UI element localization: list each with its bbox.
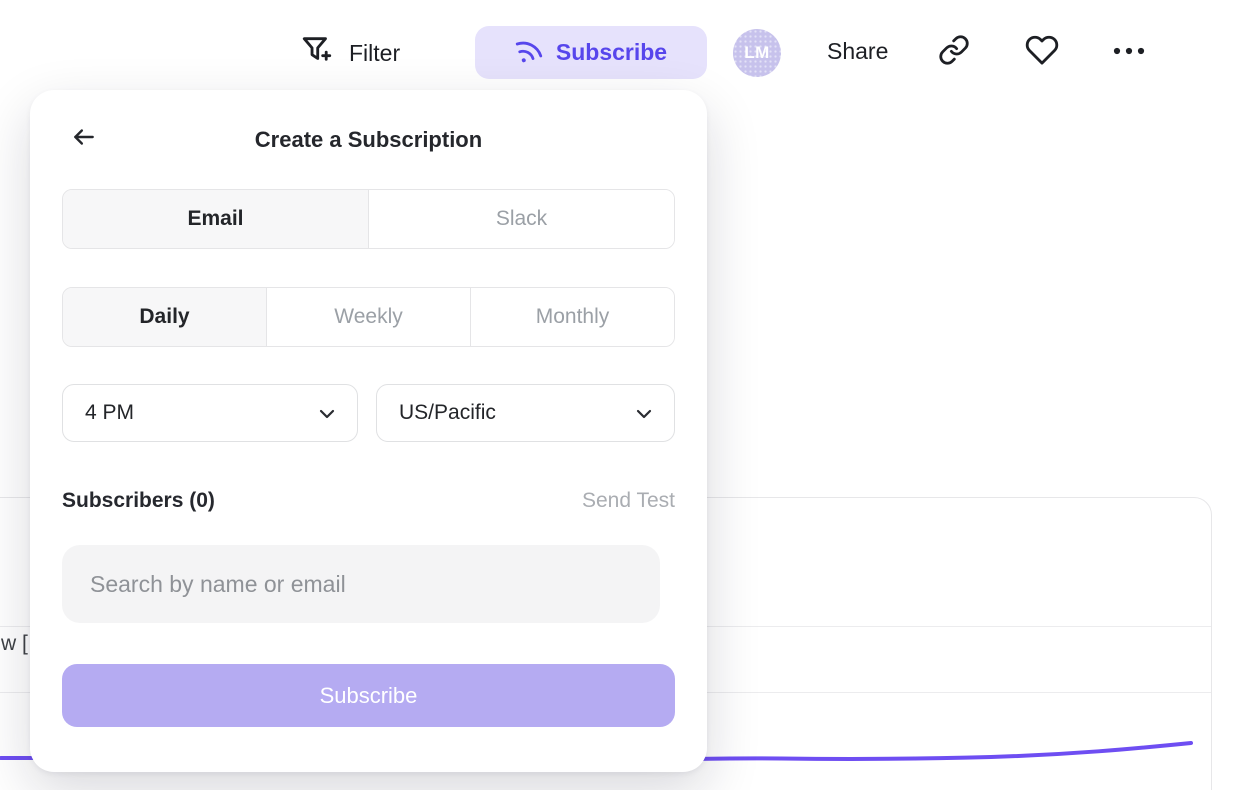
- subscribe-button[interactable]: Subscribe: [475, 26, 707, 79]
- time-select-value: 4 PM: [85, 401, 134, 425]
- send-test-button[interactable]: Send Test: [582, 489, 675, 513]
- more-options-button[interactable]: [1110, 44, 1150, 62]
- avatar[interactable]: LM: [733, 29, 781, 77]
- tab-daily[interactable]: Daily: [63, 288, 266, 346]
- back-button[interactable]: [62, 116, 106, 160]
- arrow-left-icon: [69, 124, 99, 153]
- chevron-down-icon: [319, 401, 335, 425]
- filter-plus-icon: [300, 32, 334, 74]
- time-select[interactable]: 4 PM: [62, 384, 358, 442]
- subscriber-search-input[interactable]: [62, 545, 660, 623]
- subscribe-label: Subscribe: [556, 39, 667, 66]
- rss-icon: [515, 36, 543, 70]
- tab-email[interactable]: Email: [63, 190, 368, 248]
- create-subscription-popover: Create a Subscription Email Slack Daily …: [30, 90, 707, 772]
- popover-title: Create a Subscription: [255, 127, 482, 153]
- favorite-button[interactable]: [1022, 33, 1062, 71]
- subscribers-count-label: Subscribers (0): [62, 489, 215, 513]
- channel-tabs: Email Slack: [62, 189, 675, 249]
- tab-weekly[interactable]: Weekly: [266, 288, 470, 346]
- timezone-select[interactable]: US/Pacific: [376, 384, 675, 442]
- link-icon: [938, 34, 970, 71]
- page: w [ Filter Subscribe: [0, 0, 1234, 790]
- popover-header: Create a Subscription: [62, 90, 675, 189]
- share-button[interactable]: Share: [827, 38, 888, 65]
- toolbar: Filter Subscribe LM Share: [0, 0, 1234, 104]
- chevron-down-icon: [636, 401, 652, 425]
- ellipsis-icon: [1112, 44, 1148, 62]
- frequency-tabs: Daily Weekly Monthly: [62, 287, 675, 347]
- subscribe-submit-button[interactable]: Subscribe: [62, 664, 675, 727]
- timezone-select-value: US/Pacific: [399, 401, 496, 425]
- filter-button[interactable]: Filter: [300, 30, 400, 76]
- tab-monthly[interactable]: Monthly: [470, 288, 674, 346]
- avatar-initials: LM: [744, 43, 770, 63]
- filter-label: Filter: [349, 40, 400, 67]
- heart-icon: [1024, 33, 1060, 72]
- subscribers-row: Subscribers (0) Send Test: [62, 489, 675, 513]
- copy-link-button[interactable]: [936, 34, 972, 70]
- tab-slack[interactable]: Slack: [368, 190, 674, 248]
- schedule-row: 4 PM US/Pacific: [62, 384, 675, 442]
- background-row-text: w [: [1, 632, 31, 656]
